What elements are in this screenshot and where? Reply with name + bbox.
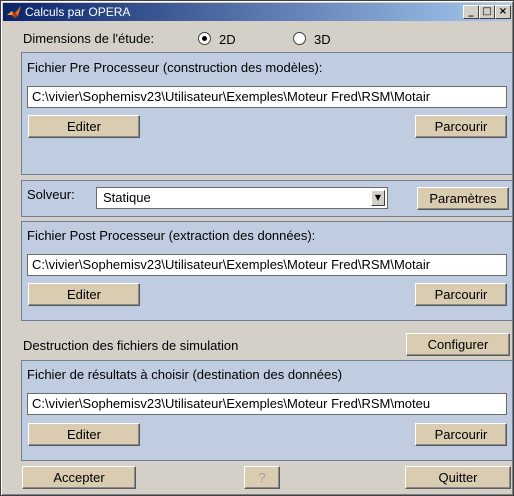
chevron-down-icon[interactable]: ▼ — [371, 190, 385, 206]
solver-select[interactable]: Statique ▼ — [96, 187, 388, 209]
preprocessor-path-field[interactable]: C:\vivier\Sophemisv23\Utilisateur\Exempl… — [27, 86, 507, 108]
accept-button[interactable]: Accepter — [22, 466, 136, 489]
minimize-button[interactable]: _ — [463, 5, 479, 19]
close-button[interactable]: × — [495, 5, 511, 19]
title-bar[interactable]: Calculs par OPERA _ □ × — [3, 3, 511, 21]
postprocessor-browse-button[interactable]: Parcourir — [415, 283, 507, 306]
postprocessor-edit-button[interactable]: Editer — [28, 283, 140, 306]
solver-parameters-button[interactable]: Paramètres — [417, 187, 509, 210]
quit-button[interactable]: Quitter — [405, 466, 511, 489]
opera-dialog-window: Calculs par OPERA _ □ × Dimensions de l'… — [0, 0, 514, 496]
postprocessor-title: Fichier Post Processeur (extraction des … — [27, 228, 316, 243]
matlab-logo-icon — [6, 4, 22, 20]
results-group: Fichier de résultats à choisir (destinat… — [21, 360, 513, 461]
solver-selected-value: Statique — [103, 190, 151, 205]
results-path-field[interactable]: C:\vivier\Sophemisv23\Utilisateur\Exempl… — [27, 393, 507, 415]
results-title: Fichier de résultats à choisir (destinat… — [27, 367, 343, 382]
preprocessor-edit-button[interactable]: Editer — [28, 115, 140, 138]
postprocessor-group: Fichier Post Processeur (extraction des … — [21, 221, 513, 321]
radio-3d-label[interactable]: 3D — [314, 32, 331, 47]
solver-label: Solveur: — [27, 187, 75, 202]
window-title: Calculs par OPERA — [25, 5, 131, 19]
postprocessor-path-field[interactable]: C:\vivier\Sophemisv23\Utilisateur\Exempl… — [27, 254, 507, 276]
dimensions-label: Dimensions de l'étude: — [23, 31, 155, 46]
radio-selected-dot-icon — [202, 36, 207, 41]
preprocessor-group: Fichier Pre Processeur (construction des… — [21, 52, 513, 175]
destruction-label: Destruction des fichiers de simulation — [23, 338, 239, 353]
preprocessor-title: Fichier Pre Processeur (construction des… — [27, 60, 323, 75]
destruction-configure-button[interactable]: Configurer — [406, 333, 510, 356]
help-button[interactable]: ? — [244, 466, 280, 489]
radio-3d[interactable] — [293, 32, 306, 45]
preprocessor-browse-button[interactable]: Parcourir — [415, 115, 507, 138]
results-browse-button[interactable]: Parcourir — [415, 423, 507, 446]
results-edit-button[interactable]: Editer — [28, 423, 140, 446]
radio-2d-label[interactable]: 2D — [219, 32, 236, 47]
radio-2d[interactable] — [198, 32, 211, 45]
solver-group: Solveur: Statique ▼ Paramètres — [21, 180, 513, 217]
maximize-button[interactable]: □ — [479, 5, 495, 19]
